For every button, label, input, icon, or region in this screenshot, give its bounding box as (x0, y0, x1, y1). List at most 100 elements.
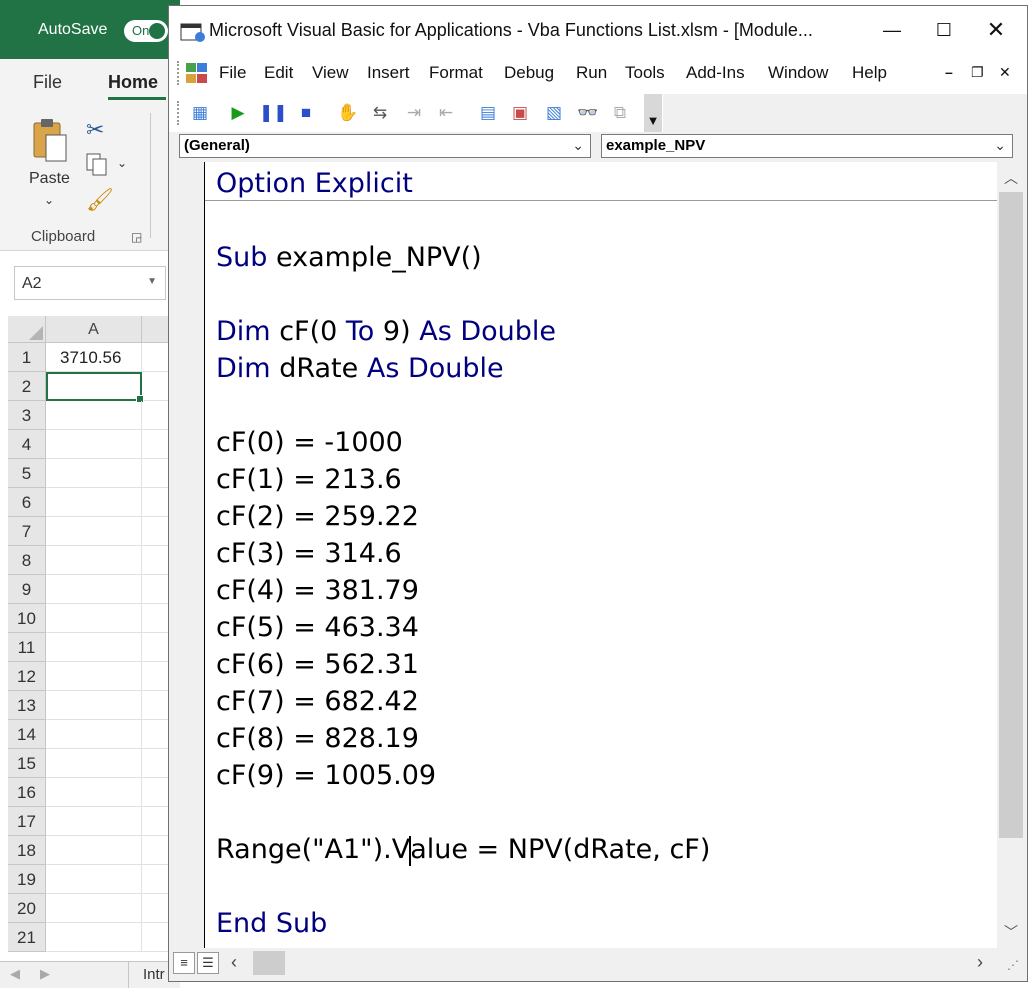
code-line-assignment[interactable]: cF(1) = 213.6 (216, 464, 402, 496)
code-line-assignment[interactable]: cF(4) = 381.79 (216, 575, 419, 607)
cell[interactable] (46, 459, 142, 488)
vertical-scroll-thumb[interactable] (999, 192, 1023, 838)
full-module-view-icon[interactable]: ☰ (197, 952, 219, 974)
paste-icon[interactable] (30, 117, 70, 165)
chevron-down-icon[interactable]: ⌄ (117, 156, 127, 170)
close-button[interactable]: ✕ (973, 6, 1019, 54)
watch-icon[interactable]: 👓 (575, 100, 601, 126)
tab-file[interactable]: File (33, 72, 62, 93)
cell[interactable] (46, 894, 142, 923)
code-line-dim-cf[interactable]: Dim cF(0 To 9) As Double (216, 316, 556, 348)
menu-format[interactable]: Format (429, 63, 483, 83)
row-header[interactable]: 3 (8, 401, 46, 430)
menu-add-ins[interactable]: Add-Ins (686, 63, 745, 83)
cell[interactable] (46, 720, 142, 749)
row-header[interactable]: 14 (8, 720, 46, 749)
autosave-toggle[interactable]: On (124, 20, 168, 42)
row-header[interactable]: 2 (8, 372, 46, 401)
cell[interactable] (46, 517, 142, 546)
cell[interactable] (46, 604, 142, 633)
toolbar-grip[interactable] (177, 61, 180, 85)
menu-run[interactable]: Run (576, 63, 607, 83)
next-sheet-icon[interactable]: ▶ (40, 966, 50, 982)
procedure-dropdown[interactable]: example_NPV ⌄ (601, 134, 1013, 158)
run-icon[interactable]: ▶ (225, 100, 251, 126)
vertical-scrollbar[interactable]: ︿ ﹀ (997, 162, 1025, 948)
project-explorer-icon[interactable]: ⇆ (367, 100, 393, 126)
cell[interactable] (46, 488, 142, 517)
menu-help[interactable]: Help (852, 63, 887, 83)
row-header[interactable]: 11 (8, 633, 46, 662)
cell[interactable] (46, 923, 142, 952)
scroll-up-icon[interactable]: ︿ (997, 164, 1025, 192)
code-line-assignment[interactable]: cF(9) = 1005.09 (216, 760, 436, 792)
object-browser-icon[interactable]: ▣ (507, 100, 533, 126)
code-line-assignment[interactable]: cF(7) = 682.42 (216, 686, 419, 718)
menu-debug[interactable]: Debug (504, 63, 554, 83)
cell[interactable] (46, 865, 142, 894)
code-line-assignment[interactable]: cF(3) = 314.6 (216, 538, 402, 570)
code-line-assignment[interactable]: cF(0) = -1000 (216, 427, 403, 459)
cell[interactable] (46, 662, 142, 691)
toolbar-grip[interactable] (177, 101, 180, 125)
format-painter-icon[interactable]: 🖌 (86, 187, 114, 213)
break-icon[interactable]: ❚❚ (259, 100, 285, 126)
toolbox-icon[interactable]: ▧ (541, 100, 567, 126)
child-close-button[interactable]: ✕ (999, 64, 1011, 81)
column-header-a[interactable]: A (46, 316, 142, 343)
vba-module-icon[interactable] (183, 60, 211, 86)
design-mode-icon[interactable]: ✋ (335, 100, 361, 126)
code-line-option-explicit[interactable]: Option Explicit (216, 168, 413, 200)
code-line-assignment[interactable]: cF(2) = 259.22 (216, 501, 419, 533)
code-line-end-sub[interactable]: End Sub (216, 908, 327, 940)
selected-cell[interactable] (46, 372, 142, 401)
tab-home[interactable]: Home (108, 72, 158, 93)
row-header[interactable]: 8 (8, 546, 46, 575)
row-header[interactable]: 6 (8, 488, 46, 517)
cut-icon[interactable]: ✂ (86, 117, 104, 143)
scroll-right-icon[interactable]: › (977, 952, 983, 973)
cell[interactable] (46, 749, 142, 778)
menu-edit[interactable]: Edit (264, 63, 293, 83)
code-line-range[interactable]: Range("A1").Value = NPV(dRate, cF) (216, 834, 710, 866)
row-header[interactable]: 21 (8, 923, 46, 952)
properties-icon[interactable]: ▤ (475, 100, 501, 126)
chevron-down-icon[interactable]: ▼ (147, 276, 157, 287)
chevron-down-icon[interactable]: ⌄ (994, 137, 1006, 154)
row-header[interactable]: 13 (8, 691, 46, 720)
code-editor[interactable]: Option Explicit Sub example_NPV() Dim cF… (205, 162, 997, 948)
cell[interactable]: 3710.56 (46, 343, 142, 372)
menu-view[interactable]: View (312, 63, 349, 83)
code-line-assignment[interactable]: cF(8) = 828.19 (216, 723, 419, 755)
scroll-left-icon[interactable]: ‹ (231, 952, 237, 973)
name-box[interactable]: A2 ▼ (14, 266, 166, 300)
toolbar-overflow-icon[interactable]: ▼ (644, 94, 662, 132)
row-header[interactable]: 17 (8, 807, 46, 836)
cell[interactable] (46, 836, 142, 865)
size-grip-icon[interactable]: ⋰ (1007, 958, 1019, 972)
prev-sheet-icon[interactable]: ◀ (10, 966, 20, 982)
row-header[interactable]: 1 (8, 343, 46, 372)
cell[interactable] (46, 633, 142, 662)
row-header[interactable]: 12 (8, 662, 46, 691)
cell[interactable] (46, 807, 142, 836)
code-line-assignment[interactable]: cF(6) = 562.31 (216, 649, 419, 681)
row-header[interactable]: 19 (8, 865, 46, 894)
child-minimize-button[interactable]: – (945, 64, 953, 80)
menu-file[interactable]: File (219, 63, 246, 83)
code-line-sub[interactable]: Sub example_NPV() (216, 242, 482, 274)
dialog-launcher-icon[interactable]: ◲ (131, 230, 142, 244)
child-restore-button[interactable]: ❐ (971, 64, 984, 81)
scroll-down-icon[interactable]: ﹀ (997, 918, 1025, 946)
cell[interactable] (46, 430, 142, 459)
minimize-button[interactable]: — (869, 6, 915, 54)
row-header[interactable]: 20 (8, 894, 46, 923)
cell[interactable] (46, 575, 142, 604)
cell[interactable] (46, 778, 142, 807)
row-header[interactable]: 9 (8, 575, 46, 604)
maximize-button[interactable]: ☐ (921, 6, 967, 54)
outdent-icon[interactable]: ⇤ (433, 100, 459, 126)
menu-window[interactable]: Window (768, 63, 828, 83)
select-all-button[interactable] (8, 316, 46, 343)
row-header[interactable]: 7 (8, 517, 46, 546)
